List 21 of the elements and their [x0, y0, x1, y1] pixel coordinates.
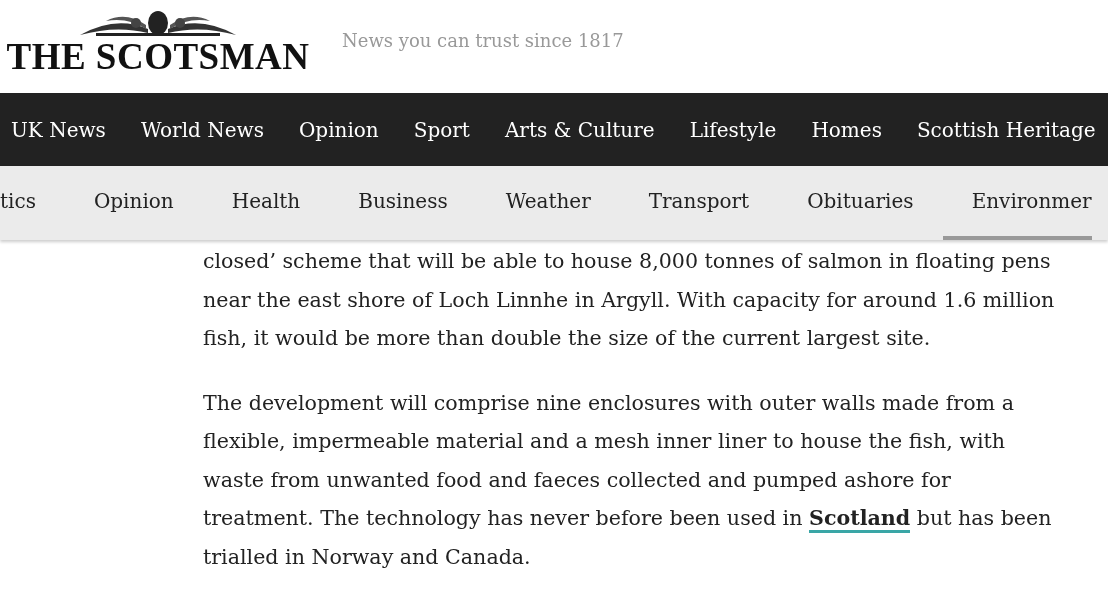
inline-link[interactable]: Scotland: [809, 506, 911, 533]
article-paragraph: The development will comprise nine enclosures with outer walls made from a flexible, impermeable material and a mesh inner liner to house the fish, with waste from unwanted food and faeces collected and pumped ashore for treatment. The technology has never before been used in Scotland but has been trialled in Norway and Canada.: [203, 389, 1053, 571]
logo-wordmark[interactable]: THE SCOTSMAN: [6, 39, 310, 75]
nav-link[interactable]: World News: [140, 117, 264, 142]
nav-link[interactable]: Lifestyle: [689, 117, 777, 142]
nav-link[interactable]: UK News: [11, 117, 106, 142]
section-tab[interactable]: Weather: [476, 166, 620, 240]
nav-link[interactable]: Arts & Culture: [504, 117, 655, 142]
nav-link[interactable]: Opinion: [298, 117, 379, 142]
section-tab[interactable]: tics: [0, 166, 65, 240]
nav-link[interactable]: Scottish Heritage: [916, 117, 1096, 142]
tagline: News you can trust since 1817: [342, 30, 624, 51]
section-tab[interactable]: Health: [202, 166, 330, 240]
article-paragraph: closed’ scheme that will be able to house 8,000 tonnes of salmon in floating pens near the east shore of Loch Linnhe in Argyll. With capacity for around 1.6 million fish, it would be more than double the size of the current largest site.: [203, 248, 1056, 352]
section-tab[interactable]: Business: [329, 166, 477, 240]
section-tab[interactable]: Obituaries: [778, 166, 943, 240]
nav-link[interactable]: Homes: [811, 117, 882, 142]
nav-link[interactable]: Sport: [413, 117, 470, 142]
section-tab[interactable]: Environmer: [942, 166, 1092, 240]
section-tab[interactable]: Transport: [619, 166, 779, 240]
section-tab[interactable]: Opinion: [64, 166, 203, 240]
